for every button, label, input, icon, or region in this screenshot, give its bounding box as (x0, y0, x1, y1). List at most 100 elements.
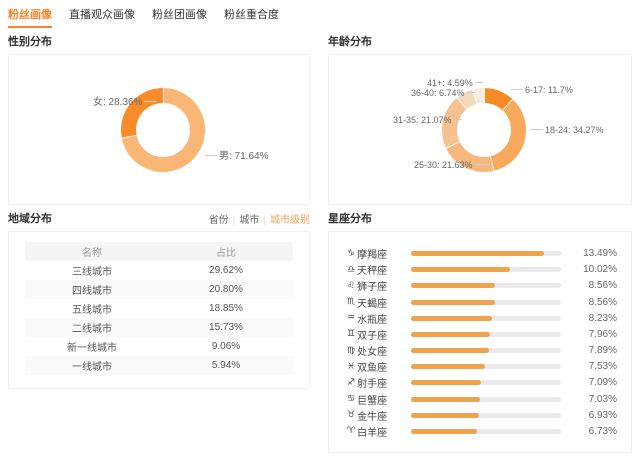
zodiac-bar-track (411, 267, 561, 272)
zodiac-name: 天蝎座 (357, 295, 387, 310)
tab-fan-overlap[interactable]: 粉丝重合度 (224, 6, 279, 26)
tab-separator: | (233, 215, 236, 226)
zodiac-value: 7.03% (575, 394, 617, 405)
age-label-25-30: 25-30: 21.63% (414, 160, 489, 171)
region-tab-city[interactable]: 城市 (239, 215, 259, 226)
label-connector-line (205, 155, 217, 156)
leo-icon: ♌ (347, 281, 355, 291)
donut-hole (136, 103, 190, 157)
zodiac-value: 8.23% (575, 313, 617, 324)
zodiac-section-title: 星座分布 (328, 210, 372, 226)
region-tab-province[interactable]: 省份 (209, 215, 229, 226)
column-header-share: 占比 (159, 242, 293, 261)
region-share: 18.85% (159, 299, 293, 318)
table-row: 三线城市29.62% (25, 261, 293, 280)
table-row: 二线城市15.73% (25, 318, 293, 337)
zodiac-bar-fill (411, 380, 481, 385)
zodiac-bar-fill (411, 332, 490, 337)
virgo-icon: ♍ (347, 346, 355, 356)
zodiac-bar-fill (411, 300, 495, 305)
zodiac-name: 巨蟹座 (357, 392, 387, 407)
zodiac-row: ♓双鱼座 7.53% (347, 359, 617, 374)
top-nav: 粉丝画像 直播观众画像 粉丝团画像 粉丝重合度 (0, 0, 640, 28)
zodiac-row: ♈白羊座6.73% (347, 424, 617, 439)
zodiac-row: ♑摩羯座13.49% (347, 246, 617, 261)
region-name: 五线城市 (25, 299, 159, 318)
gender-female-label: 女: 28.36% (93, 97, 158, 108)
zodiac-bar-fill (411, 251, 544, 256)
table-row: 一线城市5.94% (25, 356, 293, 375)
table-row: 四线城市20.80% (25, 280, 293, 299)
aquarius-icon: ♒ (347, 313, 355, 323)
age-label-18-24: 18-24: 34.27% (529, 125, 604, 136)
libra-icon: ♎ (347, 265, 355, 275)
zodiac-bar-track (411, 364, 561, 369)
region-section-title: 地域分布 (8, 210, 52, 226)
region-name: 四线城市 (25, 280, 159, 299)
zodiac-bar-track (411, 316, 561, 321)
zodiac-bar-track (411, 397, 561, 402)
taurus-icon: ♉ (347, 410, 355, 420)
zodiac-bar-track (411, 413, 561, 418)
zodiac-name: 处女座 (357, 343, 387, 358)
scorpio-icon: ♏ (347, 297, 355, 307)
zodiac-name: 双鱼座 (357, 359, 387, 374)
zodiac-value: 7.89% (575, 345, 617, 356)
tab-fan-profile[interactable]: 粉丝画像 (8, 6, 52, 28)
zodiac-row: ♌狮子座 8.56% (347, 278, 617, 293)
zodiac-value: 6.73% (575, 426, 617, 437)
table-header-row: 名称 占比 (25, 242, 293, 261)
region-section: 地域分布 省份|城市|城市级别 名称 占比 三线城市29.62% 四线城市2 (8, 205, 310, 389)
region-name: 一线城市 (25, 356, 159, 375)
tab-live-audience-profile[interactable]: 直播观众画像 (69, 6, 135, 26)
region-name: 二线城市 (25, 318, 159, 337)
label-connector-line (144, 101, 156, 102)
zodiac-value: 7.53% (575, 361, 617, 372)
zodiac-value: 6.93% (575, 410, 617, 421)
gemini-icon: ♊ (347, 329, 355, 339)
zodiac-row: ♐射手座7.09% (347, 375, 617, 390)
zodiac-row: ♊双子座7.96% (347, 327, 617, 342)
zodiac-bar-fill (411, 364, 485, 369)
zodiac-bar-fill (411, 283, 495, 288)
region-tab-city-tier[interactable]: 城市级别 (270, 215, 310, 226)
zodiac-name: 白羊座 (357, 424, 387, 439)
tab-fan-club-profile[interactable]: 粉丝团画像 (152, 6, 207, 26)
donut-hole (457, 103, 511, 157)
age-label-36-40: 36-40: 6.74% (411, 88, 477, 99)
age-value: 36-40: 6.74% (411, 88, 465, 98)
pisces-icon: ♓ (347, 362, 355, 372)
gender-male-label: 男: 71.64% (203, 151, 268, 162)
age-label-31-35: 31-35: 21.07% (393, 115, 464, 126)
zodiac-name: 水瓶座 (357, 311, 387, 326)
zodiac-value: 8.56% (575, 280, 617, 291)
label-connector-line (475, 82, 483, 83)
label-connector-line (475, 164, 487, 165)
zodiac-bar-track (411, 283, 561, 288)
zodiac-name: 狮子座 (357, 278, 387, 293)
zodiac-bar-track (411, 348, 561, 353)
zodiac-row: ♎天秤座10.02% (347, 262, 617, 277)
zodiac-value: 13.49% (575, 248, 617, 259)
left-column: 性别分布 女: 28.36% 男: 71.64% 地域分布 省份|城市|城市级别 (8, 28, 310, 453)
zodiac-name: 射手座 (357, 375, 387, 390)
zodiac-value: 7.09% (575, 377, 617, 388)
age-section-title: 年龄分布 (328, 33, 372, 49)
zodiac-bar-fill (411, 397, 480, 402)
gender-chart-panel: 女: 28.36% 男: 71.64% (8, 54, 310, 205)
column-header-name: 名称 (25, 242, 159, 261)
zodiac-value: 8.56% (575, 297, 617, 308)
age-label-6-17: 6-17: 11.7% (509, 85, 573, 96)
age-value: 18-24: 34.27% (545, 125, 604, 135)
zodiac-bar-fill (411, 348, 489, 353)
zodiac-row: ♉金牛座 6.93% (347, 408, 617, 423)
zodiac-name: 金牛座 (357, 408, 387, 423)
label-connector-line (454, 119, 462, 120)
gender-female-value: 女: 28.36% (93, 97, 142, 108)
zodiac-bar-track (411, 429, 561, 434)
cancer-icon: ♋ (347, 394, 355, 404)
region-share: 9.06% (159, 337, 293, 356)
capricorn-icon: ♑ (347, 249, 355, 259)
age-value: 31-35: 21.07% (393, 115, 452, 125)
region-filter-tabs: 省份|城市|城市级别 (209, 211, 310, 226)
